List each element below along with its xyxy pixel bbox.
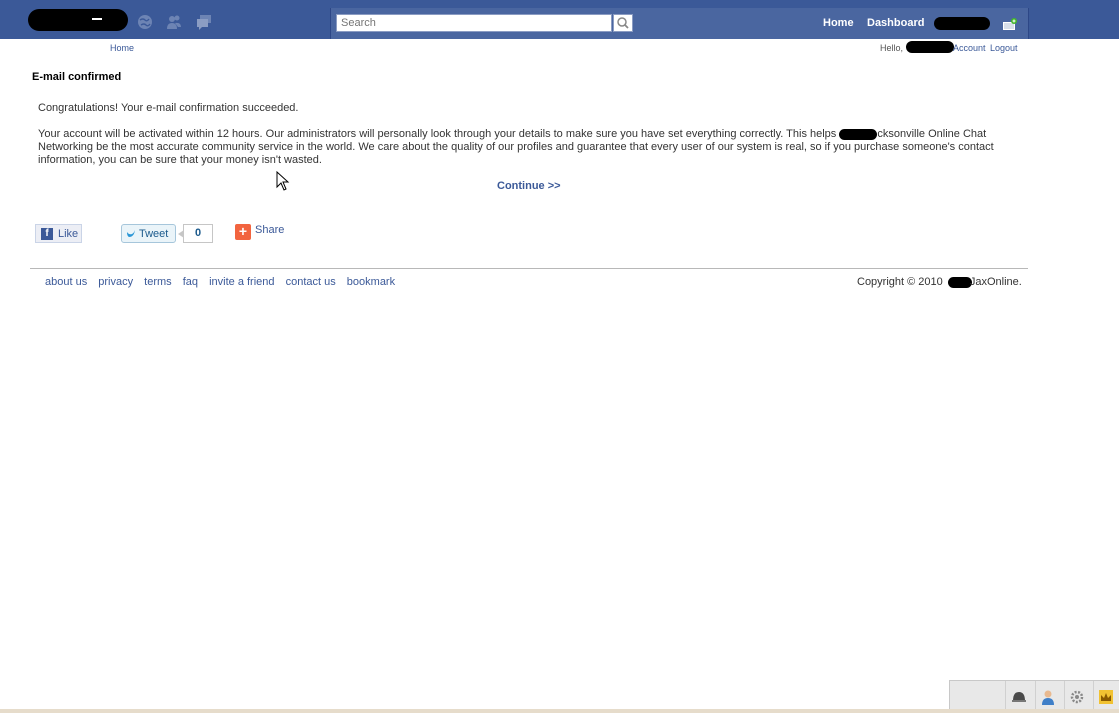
like-label: Like xyxy=(58,228,79,240)
window-bottom-edge xyxy=(0,709,1119,713)
twitter-bird-icon xyxy=(127,230,135,237)
hello-username-redacted xyxy=(906,41,954,53)
helmet-icon[interactable] xyxy=(1011,689,1027,705)
share-plus-icon: + xyxy=(235,224,251,240)
crown-icon[interactable] xyxy=(1098,689,1114,705)
copyright-redacted xyxy=(947,276,972,288)
site-name-redacted xyxy=(839,128,878,140)
search-icon xyxy=(617,17,629,29)
site-logo[interactable] xyxy=(28,9,128,31)
continue-link[interactable]: Continue >> xyxy=(497,180,561,192)
copyright-suffix: JaxOnline. xyxy=(969,276,1022,288)
search-input[interactable] xyxy=(336,14,612,32)
footer-links: about us privacy terms faq invite a frie… xyxy=(45,276,403,288)
mouse-cursor-icon xyxy=(276,171,290,191)
top-bar: Home Dashboard xyxy=(0,0,1119,39)
footer-link-privacy[interactable]: privacy xyxy=(98,276,133,288)
page-title: E-mail confirmed xyxy=(32,71,122,83)
facebook-like-button[interactable]: f Like xyxy=(35,224,82,243)
tweet-label: Tweet xyxy=(139,228,169,240)
footer-link-faq[interactable]: faq xyxy=(183,276,198,288)
footer-link-invite-friend[interactable]: invite a friend xyxy=(209,276,274,288)
gear-icon[interactable] xyxy=(1069,689,1085,705)
activation-message: Your account will be activated within 12… xyxy=(38,128,1003,167)
hello-label: Hello, xyxy=(880,43,904,53)
user-icon[interactable] xyxy=(1040,689,1056,705)
friends-icon[interactable] xyxy=(166,14,182,30)
footer-link-contact-us[interactable]: contact us xyxy=(286,276,336,288)
nav-dashboard[interactable]: Dashboard xyxy=(867,17,924,29)
footer-link-terms[interactable]: terms xyxy=(144,276,172,288)
messages-icon[interactable] xyxy=(196,14,212,30)
copyright-prefix: Copyright © 2010 xyxy=(857,276,946,288)
copyright: Copyright © 2010 JaxOnline. xyxy=(857,276,1022,288)
username-redacted[interactable] xyxy=(934,17,990,30)
tweet-count: 0 xyxy=(178,224,213,243)
facebook-icon: f xyxy=(41,228,53,240)
share-label: Share xyxy=(255,224,285,236)
footer-link-bookmark[interactable]: bookmark xyxy=(347,276,395,288)
account-link[interactable]: Account xyxy=(953,43,986,53)
breadcrumb-home-link[interactable]: Home xyxy=(110,43,134,53)
search-button[interactable] xyxy=(613,14,633,32)
congrats-message: Congratulations! Your e-mail confirmatio… xyxy=(38,102,299,114)
tweet-button[interactable]: Tweet xyxy=(121,224,176,243)
footer-divider xyxy=(30,268,1028,269)
bottom-toolbar xyxy=(949,680,1119,711)
friend-request-icon[interactable] xyxy=(1002,17,1018,31)
globe-icon[interactable] xyxy=(137,14,153,30)
footer-link-about-us[interactable]: about us xyxy=(45,276,87,288)
logout-link[interactable]: Logout xyxy=(990,43,1018,53)
activation-text-part1: Your account will be activated within 12… xyxy=(38,128,840,140)
nav-home[interactable]: Home xyxy=(823,17,854,29)
